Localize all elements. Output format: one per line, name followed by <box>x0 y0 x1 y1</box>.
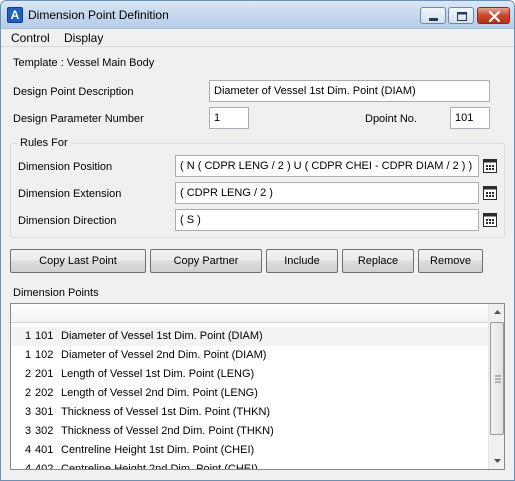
scroll-thumb[interactable] <box>490 322 504 435</box>
menu-bar: Control Display <box>1 29 514 47</box>
rules-groupbox-title: Rules For <box>17 137 71 149</box>
param-number-cell: 3 <box>25 425 32 437</box>
dpoint-cell: 202 <box>35 387 54 399</box>
dpoint-cell: 302 <box>35 425 54 437</box>
copy-last-point-button[interactable]: Copy Last Point <box>10 249 146 273</box>
list-rows: 1 101 Diameter of Vessel 1st Dim. Point (D… <box>11 327 488 470</box>
maximize-icon <box>457 12 467 21</box>
description-cell: Centreline Height 2nd Dim. Point (CHEI) <box>61 463 258 470</box>
dimension-points-label: Dimension Points <box>13 287 99 299</box>
copy-partner-button[interactable]: Copy Partner <box>150 249 262 273</box>
dpoint-cell: 102 <box>35 349 54 361</box>
list-item[interactable]: 1 101 Diameter of Vessel 1st Dim. Point (D… <box>11 327 488 346</box>
list-item[interactable]: 4 401 Centreline Height 1st Dim. Point (CH… <box>11 441 488 460</box>
dpoint-no-field[interactable]: 101 <box>450 107 490 129</box>
dpoint-cell: 402 <box>35 463 54 470</box>
dpoint-cell: 301 <box>35 406 54 418</box>
scroll-up-icon[interactable] <box>489 304 505 321</box>
dimension-extension-field[interactable]: ( CDPR LENG / 2 ) <box>175 182 479 204</box>
list-item[interactable]: 2 201 Length of Vessel 1st Dim. Point (LEN… <box>11 365 488 384</box>
menu-display[interactable]: Display <box>62 30 105 46</box>
minimize-button[interactable] <box>420 7 446 24</box>
design-point-description-label: Design Point Description <box>13 86 134 98</box>
list-item[interactable]: 3 301 Thickness of Vessel 1st Dim. Point (… <box>11 403 488 422</box>
dimension-extension-label: Dimension Extension <box>18 188 122 200</box>
design-parameter-number-field[interactable]: 1 <box>209 107 249 129</box>
list-item[interactable]: 3 302 Thickness of Vessel 2nd Dim. Point (… <box>11 422 488 441</box>
window-title: Dimension Point Definition <box>28 8 169 22</box>
dimension-position-label: Dimension Position <box>18 161 113 173</box>
param-number-cell: 1 <box>25 330 32 342</box>
minimize-icon <box>429 18 438 21</box>
app-icon: A <box>7 7 23 23</box>
title-bar[interactable]: A Dimension Point Definition <box>1 1 514 29</box>
param-number-cell: 1 <box>25 349 32 361</box>
design-parameter-number-label: Design Parameter Number <box>13 113 144 125</box>
close-icon <box>488 10 501 23</box>
param-number-cell: 2 <box>25 387 32 399</box>
description-cell: Length of Vessel 2nd Dim. Point (LENG) <box>61 387 258 399</box>
grip-icon <box>495 375 501 383</box>
maximize-button[interactable] <box>448 7 474 24</box>
dpoint-no-label: Dpoint No. <box>365 113 417 125</box>
description-cell: Diameter of Vessel 1st Dim. Point (DIAM) <box>61 330 263 342</box>
description-cell: Centreline Height 1st Dim. Point (CHEI) <box>61 444 255 456</box>
description-cell: Length of Vessel 1st Dim. Point (LENG) <box>61 368 255 380</box>
dimension-direction-field[interactable]: ( S ) <box>175 209 479 231</box>
close-button[interactable] <box>477 7 510 24</box>
param-number-cell: 2 <box>25 368 32 380</box>
replace-button[interactable]: Replace <box>342 249 414 273</box>
dimension-points-list[interactable]: 1 101 Diameter of Vessel 1st Dim. Point (D… <box>10 303 505 470</box>
remove-button[interactable]: Remove <box>418 249 483 273</box>
description-cell: Thickness of Vessel 2nd Dim. Point (THKN… <box>61 425 274 437</box>
param-number-cell: 4 <box>25 463 32 470</box>
menu-control[interactable]: Control <box>9 30 52 46</box>
scroll-down-icon[interactable] <box>489 452 505 469</box>
dpoint-cell: 401 <box>35 444 54 456</box>
dimension-point-definition-window: A Dimension Point Definition Control Dis… <box>0 0 515 481</box>
list-item[interactable]: 4 402 Centreline Height 2nd Dim. Point (CH… <box>11 460 488 470</box>
param-number-cell: 4 <box>25 444 32 456</box>
list-item[interactable]: 1 102 Diameter of Vessel 2nd Dim. Point (D… <box>11 346 488 365</box>
vertical-scrollbar[interactable] <box>488 304 505 469</box>
description-cell: Diameter of Vessel 2nd Dim. Point (DIAM) <box>61 349 267 361</box>
param-number-cell: 3 <box>25 406 32 418</box>
dpoint-cell: 101 <box>35 330 54 342</box>
dimension-extension-editor-icon[interactable] <box>483 186 497 200</box>
dpoint-cell: 201 <box>35 368 54 380</box>
design-point-description-field[interactable]: Diameter of Vessel 1st Dim. Point (DIAM) <box>209 80 490 102</box>
list-header <box>11 304 488 323</box>
description-cell: Thickness of Vessel 1st Dim. Point (THKN… <box>61 406 271 418</box>
template-label: Template : Vessel Main Body <box>13 57 155 69</box>
list-item[interactable]: 2 202 Length of Vessel 2nd Dim. Point (LEN… <box>11 384 488 403</box>
include-button[interactable]: Include <box>266 249 338 273</box>
dimension-position-editor-icon[interactable] <box>483 159 497 173</box>
dimension-direction-label: Dimension Direction <box>18 215 117 227</box>
dimension-direction-editor-icon[interactable] <box>483 213 497 227</box>
dimension-position-field[interactable]: ( N ( CDPR LENG / 2 ) U ( CDPR CHEI - CD… <box>175 155 479 177</box>
